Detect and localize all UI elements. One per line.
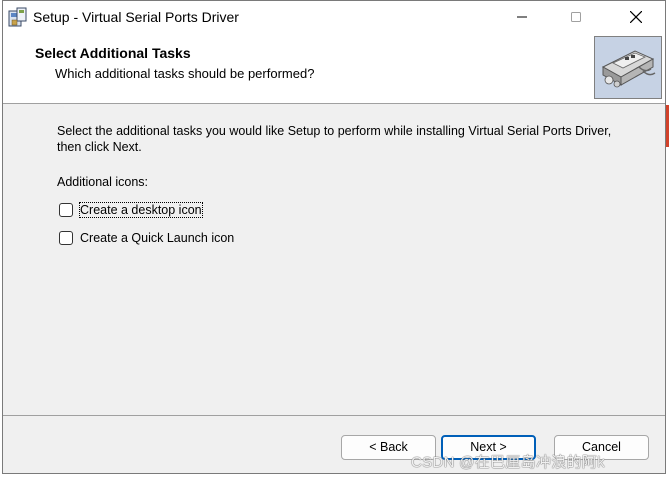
quick-launch-checkbox[interactable] [59, 231, 73, 245]
serial-port-hardware-icon [595, 37, 661, 98]
watermark-text: CSDN @在巴厘岛冲浪的阿k [411, 454, 605, 471]
maximize-button[interactable] [553, 1, 599, 33]
window-title: Setup - Virtual Serial Ports Driver [33, 9, 239, 25]
quick-launch-label[interactable]: Create a Quick Launch icon [80, 231, 234, 245]
minimize-button[interactable] [499, 1, 545, 33]
task-description: Select the additional tasks you would li… [57, 124, 612, 154]
wizard-header: Select Additional Tasks Which additional… [3, 33, 665, 104]
close-icon [630, 11, 642, 23]
desktop-icon-checkbox[interactable] [59, 203, 73, 217]
desktop-icon-checkbox-row[interactable]: Create a desktop icon [59, 201, 203, 219]
additional-icons-label: Additional icons: [57, 175, 149, 189]
minimize-icon [517, 16, 527, 18]
setup-window: Setup - Virtual Serial Ports Driver Sele… [2, 0, 666, 474]
footer-divider [3, 415, 665, 416]
page-title: Select Additional Tasks [35, 45, 191, 61]
close-button[interactable] [613, 1, 659, 33]
maximize-icon [571, 12, 581, 22]
desktop-icon-label[interactable]: Create a desktop icon [79, 202, 203, 218]
setup-app-icon [8, 7, 27, 27]
page-subtitle: Which additional tasks should be perform… [55, 66, 315, 81]
quick-launch-checkbox-row[interactable]: Create a Quick Launch icon [59, 229, 234, 247]
title-bar[interactable]: Setup - Virtual Serial Ports Driver [3, 1, 665, 33]
wizard-logo-image [594, 36, 662, 99]
